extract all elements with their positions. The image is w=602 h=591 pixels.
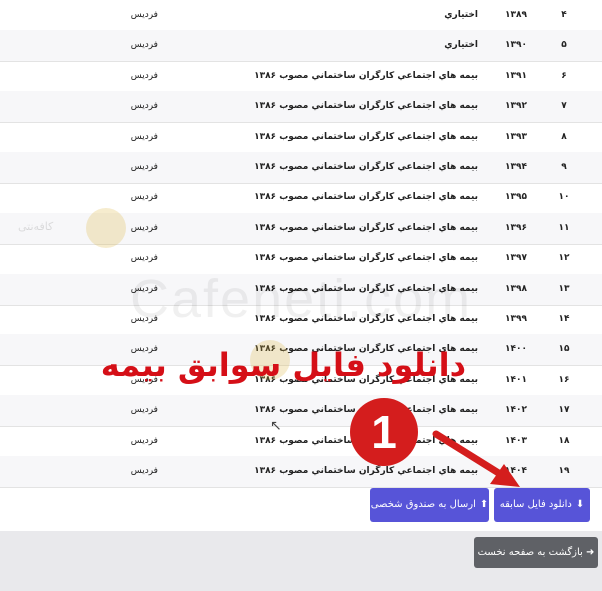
mouse-cursor-icon: ↖ (270, 418, 282, 434)
step-number-badge: 1 (350, 398, 418, 466)
pointer-arrow-icon (432, 430, 520, 487)
